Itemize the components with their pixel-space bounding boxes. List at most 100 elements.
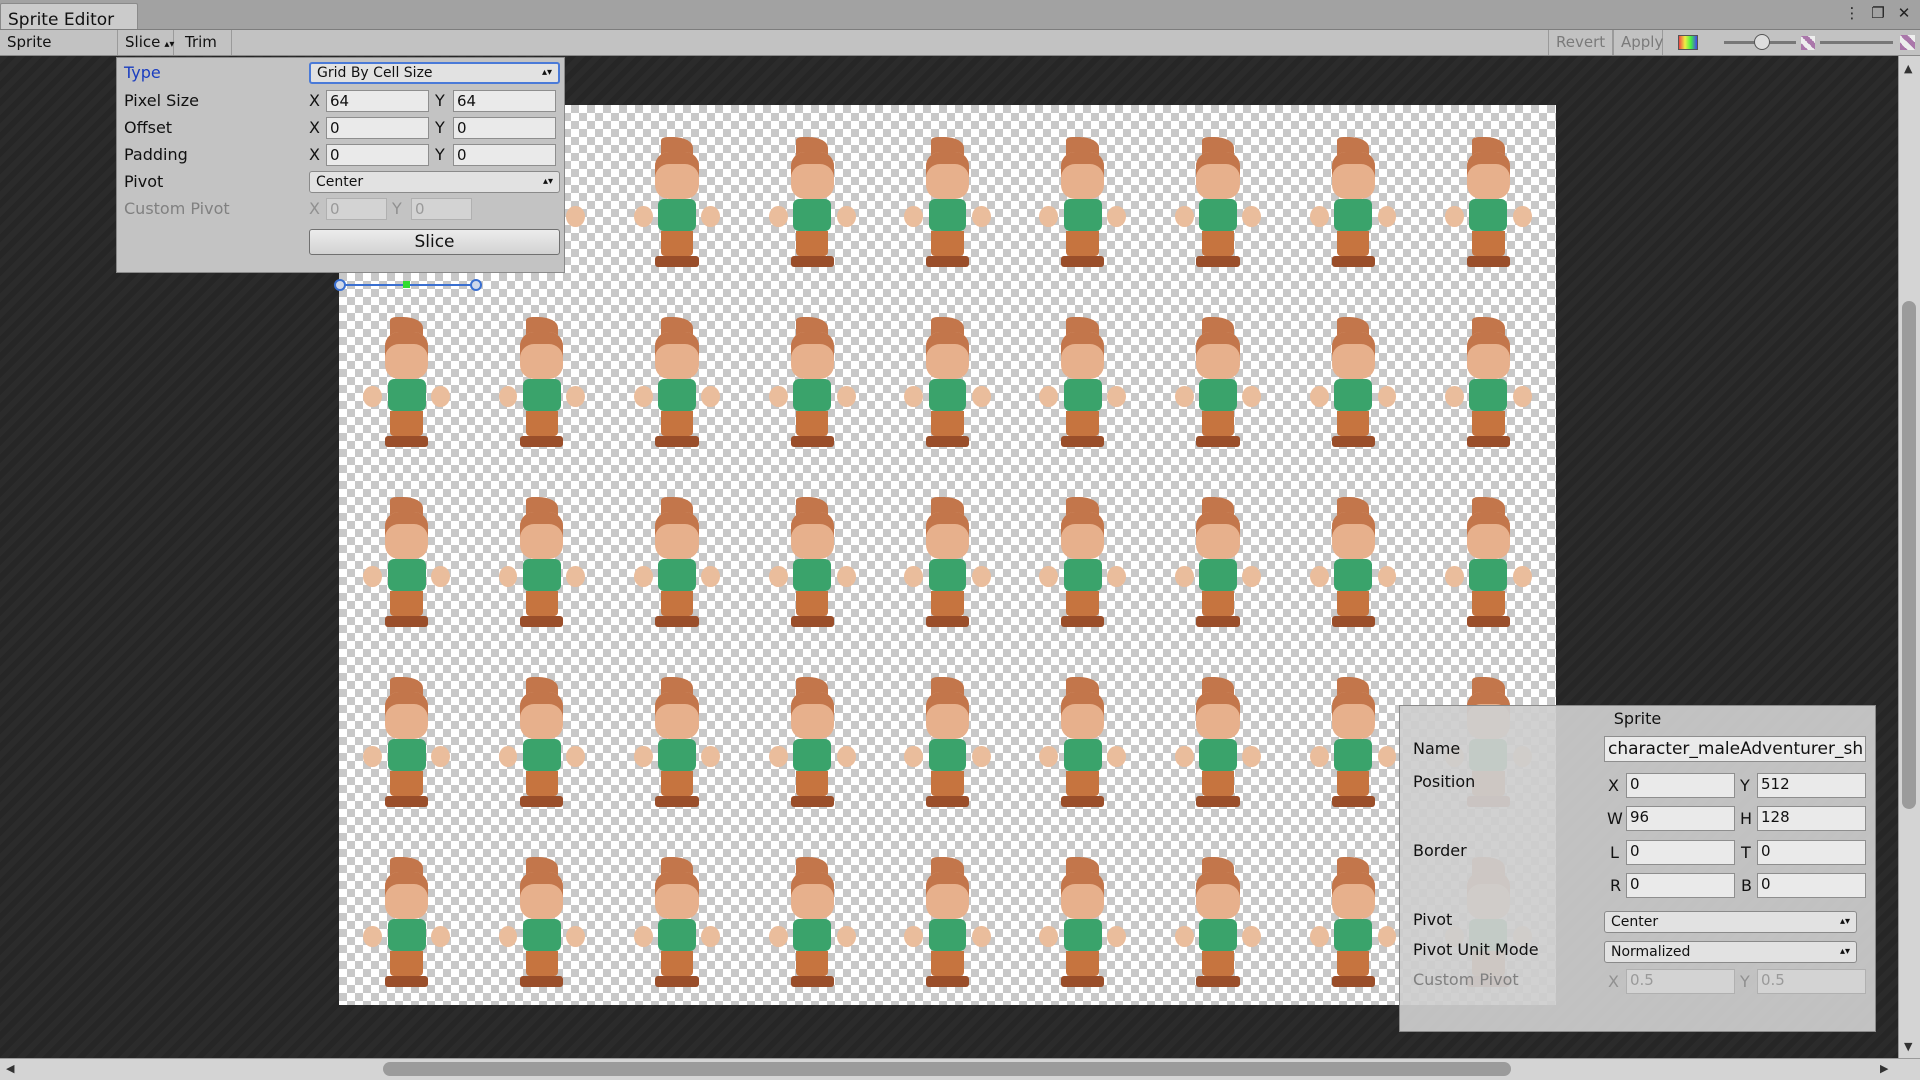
character-feet [1466, 256, 1510, 267]
sprite-cell[interactable] [880, 825, 1015, 1005]
sprite-cell[interactable] [1286, 105, 1421, 285]
sprite-cell[interactable] [1015, 465, 1150, 645]
scroll-down-icon[interactable]: ▼ [1904, 1040, 1912, 1053]
sprite-cell[interactable] [474, 645, 609, 825]
slice-type-dropdown[interactable]: Grid By Cell Size ▴▾ [309, 62, 560, 84]
custom-pivot-x-input: 0 [326, 198, 387, 220]
sprite-cell[interactable] [745, 465, 880, 645]
position-w-input[interactable]: 96 [1626, 806, 1735, 831]
padding-x-input[interactable]: 0 [326, 144, 429, 166]
sprite-cell[interactable] [1150, 645, 1285, 825]
apply-button[interactable]: Apply [1613, 30, 1663, 55]
character-hand-r [1242, 205, 1262, 228]
color-channel-icon[interactable] [1678, 35, 1698, 50]
position-h-input[interactable]: 128 [1757, 806, 1866, 831]
sprite-cell[interactable] [474, 465, 609, 645]
selection-handle-left[interactable] [334, 279, 346, 291]
character-legs [1336, 411, 1370, 437]
scroll-right-icon[interactable]: ▶ [1880, 1062, 1888, 1075]
sprite-cell[interactable] [1421, 105, 1556, 285]
pixel-size-y-input[interactable]: 64 [453, 90, 556, 112]
character-legs [525, 951, 559, 977]
axis-b-label: B [1741, 876, 1752, 895]
sprite-cell[interactable] [1421, 465, 1556, 645]
sprite-pivot-dropdown[interactable]: Center ▴▾ [1604, 911, 1857, 933]
border-t-input[interactable]: 0 [1757, 840, 1866, 865]
scroll-up-icon[interactable]: ▲ [1904, 62, 1912, 75]
zoom-slider-knob[interactable] [1754, 34, 1770, 50]
character-body [793, 918, 832, 951]
sprite-cell[interactable] [880, 645, 1015, 825]
revert-button[interactable]: Revert [1548, 30, 1613, 55]
window-tab[interactable]: Sprite Editor [0, 3, 138, 30]
sprite-cell[interactable] [339, 285, 474, 465]
sprite-cell[interactable] [745, 285, 880, 465]
sprite-cell[interactable] [609, 645, 744, 825]
sprite-cell[interactable] [1015, 825, 1150, 1005]
character-legs [931, 231, 964, 257]
sprite-cell[interactable] [609, 825, 744, 1005]
character-hand-l [498, 745, 518, 768]
maximize-icon[interactable]: ❐ [1870, 4, 1886, 22]
sprite-cell[interactable] [1015, 285, 1150, 465]
sprite-cell[interactable] [609, 465, 744, 645]
slice-button[interactable]: Slice [309, 229, 560, 255]
border-b-input[interactable]: 0 [1757, 873, 1866, 898]
pivot-dropdown[interactable]: Center ▴▾ [309, 171, 560, 193]
position-x-input[interactable]: 0 [1626, 773, 1735, 798]
sprite-cell[interactable] [1150, 825, 1285, 1005]
selection-handle-right[interactable] [470, 279, 482, 291]
trim-button[interactable]: Trim [174, 30, 232, 55]
pixel-size-x-input[interactable]: 64 [326, 90, 429, 112]
padding-y-input[interactable]: 0 [453, 144, 556, 166]
sprite-cell[interactable] [339, 825, 474, 1005]
sprite-cell[interactable] [1150, 465, 1285, 645]
sprite-cell[interactable] [880, 105, 1015, 285]
pivot-unit-dropdown[interactable]: Normalized ▴▾ [1604, 941, 1857, 963]
border-r-input[interactable]: 0 [1626, 873, 1735, 898]
sprite-cell[interactable] [474, 285, 609, 465]
vertical-scrollbar[interactable]: ▲ ▼ [1898, 56, 1920, 1058]
sprite-cell[interactable] [1015, 105, 1150, 285]
slice-dropdown[interactable]: Slice ▴▾ [118, 30, 174, 55]
mode-dropdown[interactable]: Sprite Editor▴▾ [0, 30, 118, 76]
character-hand-l [633, 565, 653, 588]
offset-x-input[interactable]: 0 [326, 117, 429, 139]
sprite-cell[interactable] [609, 105, 744, 285]
horizontal-scroll-thumb[interactable] [383, 1062, 1511, 1076]
character-hand-r [836, 385, 856, 408]
sprite-cell[interactable] [880, 285, 1015, 465]
sprite-cell[interactable] [339, 465, 474, 645]
sprite-cell[interactable] [745, 645, 880, 825]
character-hand-l [1445, 565, 1465, 588]
close-icon[interactable]: ✕ [1896, 4, 1912, 22]
sprite-cell[interactable] [1421, 285, 1556, 465]
position-y-input[interactable]: 512 [1757, 773, 1866, 798]
vertical-scroll-thumb[interactable] [1902, 301, 1916, 809]
sprite-cell[interactable] [880, 465, 1015, 645]
sprite-cell[interactable] [1150, 285, 1285, 465]
character-hand-l [1039, 205, 1059, 228]
character-body [1334, 918, 1373, 951]
updown-icon: ▴▾ [1839, 916, 1850, 927]
sprite-cell[interactable] [609, 285, 744, 465]
offset-y-input[interactable]: 0 [453, 117, 556, 139]
sprite-cell[interactable] [339, 645, 474, 825]
mip-slider-track[interactable] [1820, 41, 1893, 44]
sprite-cell[interactable] [1015, 645, 1150, 825]
sprite-name-input[interactable]: character_maleAdventurer_sh [1604, 736, 1866, 762]
character-body [658, 378, 696, 411]
sprite-cell[interactable] [474, 825, 609, 1005]
sprite-cell[interactable] [745, 825, 880, 1005]
scroll-left-icon[interactable]: ◀ [6, 1062, 14, 1075]
horizontal-scrollbar[interactable]: ◀ ▶ [0, 1058, 1920, 1080]
border-l-input[interactable]: 0 [1626, 840, 1735, 865]
character-hand-r [701, 205, 721, 228]
sprite-cell[interactable] [1286, 285, 1421, 465]
character-body [928, 198, 967, 231]
pivot-handle[interactable] [403, 281, 410, 288]
sprite-cell[interactable] [1150, 105, 1285, 285]
sprite-cell[interactable] [745, 105, 880, 285]
menu-icon[interactable]: ⋮ [1844, 4, 1860, 22]
sprite-cell[interactable] [1286, 465, 1421, 645]
